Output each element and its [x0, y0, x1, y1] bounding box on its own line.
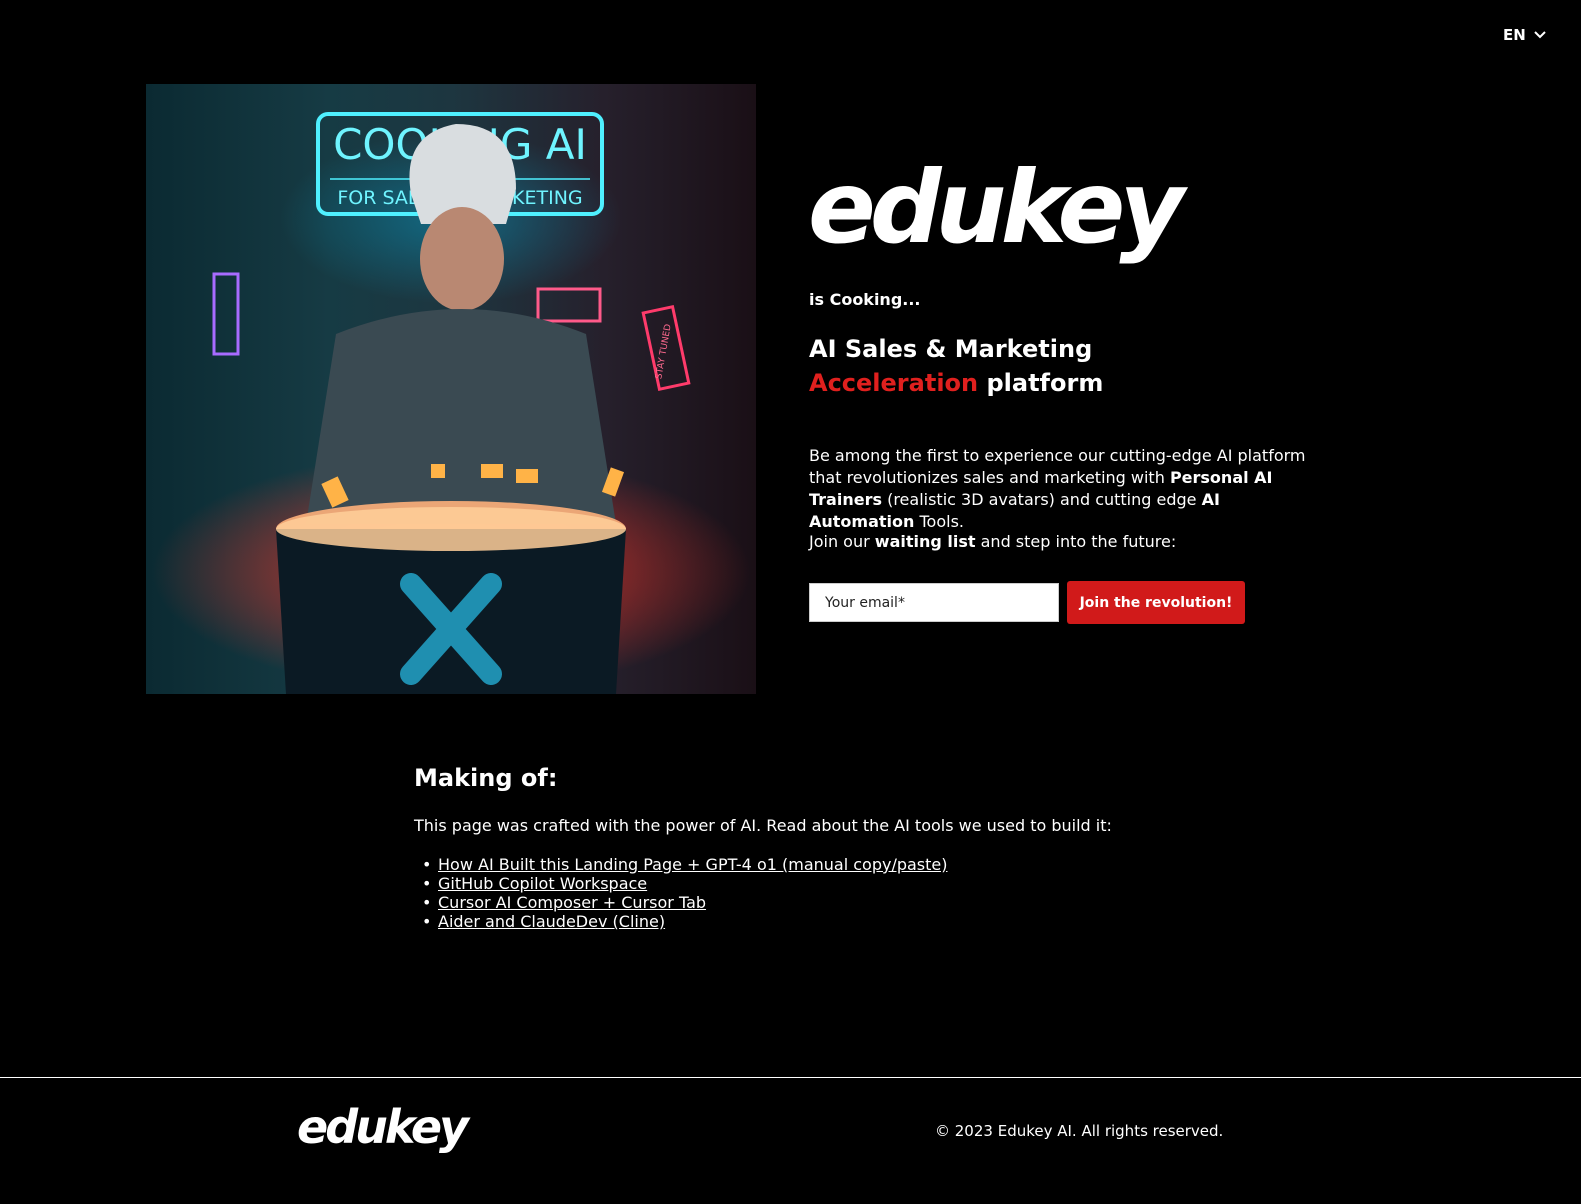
link-copilot-workspace[interactable]: GitHub Copilot Workspace [438, 874, 647, 893]
language-selector[interactable]: EN [1503, 26, 1546, 44]
chef-face [420, 207, 504, 311]
making-of-title: Making of: [414, 764, 558, 792]
list-item: GitHub Copilot Workspace [414, 874, 948, 893]
edukey-logo: edukey [808, 149, 1185, 266]
neon-side-text: STAY TUNED [654, 323, 674, 380]
email-input[interactable] [809, 583, 1059, 622]
tagline: is Cooking... [809, 290, 921, 309]
list-item: How AI Built this Landing Page + GPT-4 o… [414, 855, 948, 874]
headline: AI Sales & Marketing Acceleration platfo… [809, 332, 1103, 400]
headline-rest: platform [986, 369, 1104, 397]
waiting-list-text: Join our waiting list and step into the … [809, 532, 1177, 551]
list-item: Aider and ClaudeDev (Cline) [414, 912, 948, 931]
description: Be among the first to experience our cut… [809, 446, 1306, 531]
join-revolution-button[interactable]: Join the revolution! [1067, 581, 1245, 624]
making-of-links: How AI Built this Landing Page + GPT-4 o… [414, 855, 948, 931]
hero-illustration: COOKING AI FOR SALES & MARKETING STAY TU… [212, 112, 691, 694]
headline-line1: AI Sales & Marketing [809, 335, 1093, 363]
link-cursor-composer[interactable]: Cursor AI Composer + Cursor Tab [438, 893, 706, 912]
footer-divider [0, 1077, 1581, 1078]
making-of-text: This page was crafted with the power of … [414, 816, 1112, 835]
headline-line2: Acceleration platform [809, 366, 1103, 400]
hero-chef-image: COOKING AI FOR SALES & MARKETING STAY TU… [146, 84, 756, 694]
list-item: Cursor AI Composer + Cursor Tab [414, 893, 948, 912]
language-label: EN [1503, 26, 1526, 44]
footer-logo: edukey [297, 1100, 469, 1154]
link-how-ai-built[interactable]: How AI Built this Landing Page + GPT-4 o… [438, 855, 948, 874]
copyright: © 2023 Edukey AI. All rights reserved. [935, 1122, 1224, 1140]
chef-jacket [306, 309, 616, 524]
link-aider-claudedev[interactable]: Aider and ClaudeDev (Cline) [438, 912, 665, 931]
cooking-pot [276, 529, 626, 694]
headline-accent: Acceleration [809, 369, 979, 397]
chevron-down-icon [1534, 31, 1546, 39]
